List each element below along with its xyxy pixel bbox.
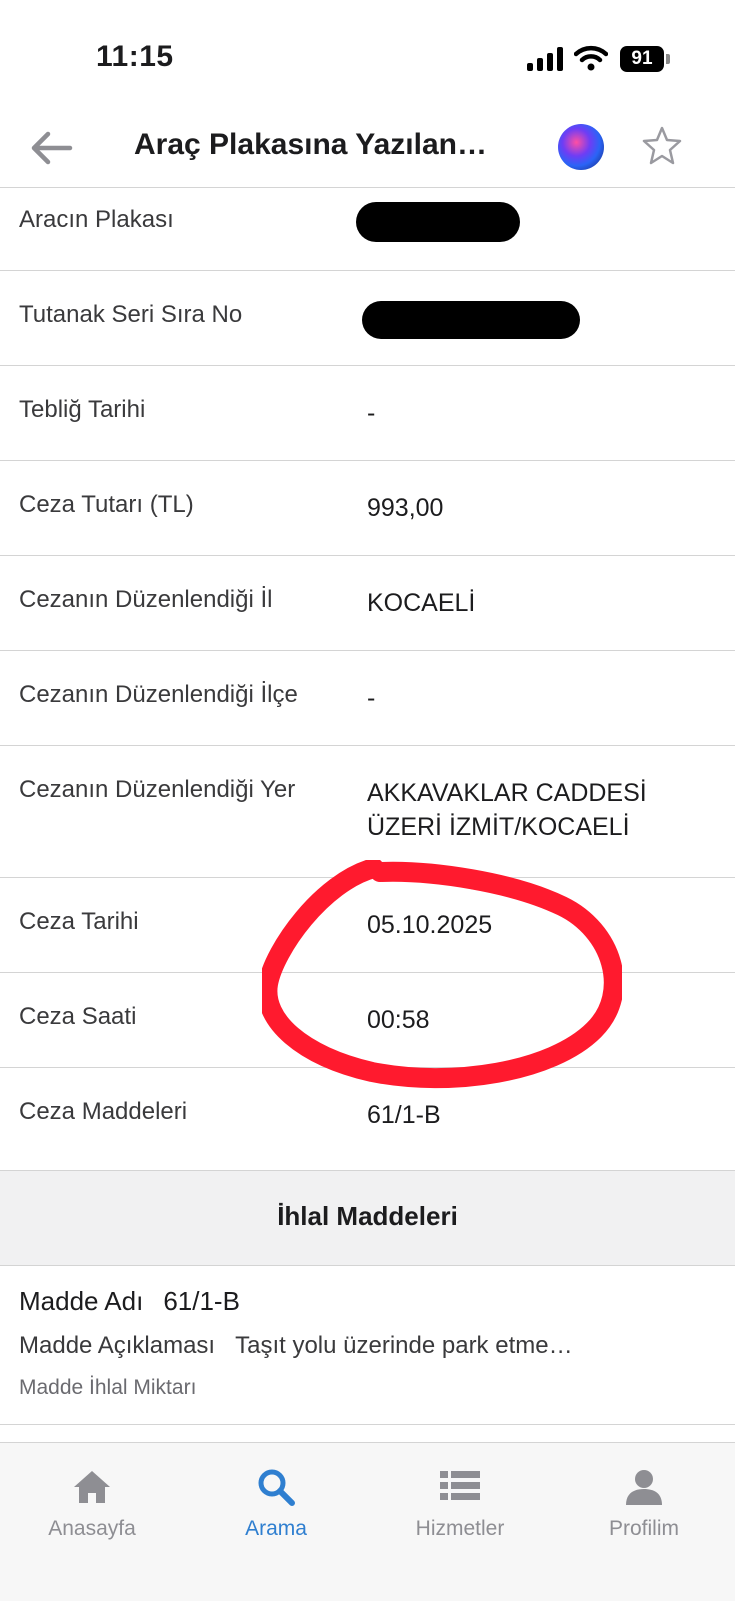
tab-label: Arama [245,1517,307,1540]
article-description: Madde Açıklaması Taşıt yolu üzerinde park… [19,1332,573,1360]
redaction-mark [356,202,520,242]
tab-search[interactable]: Arama [184,1443,368,1563]
article-amount-label: Madde İhlal Miktarı [19,1376,197,1399]
tab-label: Profilim [608,1517,679,1540]
tab-profile[interactable]: Profilim [552,1443,735,1563]
search-icon [258,1469,295,1506]
article-name-value: 61/1-B [163,1286,240,1316]
tab-bar: Anasayfa Arama Hizmetler Profilim [0,1442,735,1601]
violations-section-header: İhlal Maddeleri [0,1170,735,1266]
section-title: İhlal Maddeleri [277,1201,458,1231]
status-bar: 11:15 91 [0,0,735,110]
tab-label: Hizmetler [415,1517,505,1540]
detail-label: Aracın Plakası [19,206,174,233]
detail-row-district: Cezanın Düzenlendiği İlçe - [0,651,735,746]
back-arrow-icon[interactable] [26,128,76,168]
detail-row-fine-date: Ceza Tarihi 05.10.2025 [0,878,735,973]
detail-row-fine-time: Ceza Saati 00:58 [0,973,735,1068]
detail-label: Cezanın Düzenlendiği İlçe [19,681,298,708]
detail-row-notification-date: Tebliğ Tarihi - [0,366,735,461]
navigation-bar: Araç Plakasına Yazılan… [0,110,735,188]
detail-row-record-number: Tutanak Seri Sıra No [0,271,735,366]
detail-label: Ceza Tarihi [19,908,139,935]
detail-label: Tutanak Seri Sıra No [19,301,243,328]
detail-label: Cezanın Düzenlendiği Yer [19,776,296,803]
tab-services[interactable]: Hizmetler [368,1443,552,1563]
detail-value-line: AKKAVAKLAR CADDESİ [367,779,647,807]
home-icon [74,1471,110,1503]
person-icon [626,1470,662,1505]
detail-value: 61/1-B [367,1101,441,1129]
favorite-star-icon[interactable] [640,124,684,168]
detail-row-plate: Aracın Plakası [0,188,735,271]
violation-list-item[interactable]: Madde Adı 61/1-B Madde Açıklaması Taşıt yo… [0,1266,735,1425]
fine-details-list: Aracın Plakası Tutanak Seri Sıra No Tebl… [0,188,735,1162]
detail-value: - [367,399,376,427]
battery-icon: 91 [620,46,664,72]
article-description-value: Taşıt yolu üzerinde park etme… [235,1332,573,1359]
detail-value: 05.10.2025 [367,911,493,939]
detail-value-line: ÜZERİ İZMİT/KOCAELİ [367,813,630,841]
detail-row-fine-amount: Ceza Tutarı (TL) 993,00 [0,461,735,556]
tab-label: Anasayfa [48,1517,136,1540]
detail-row-fine-articles: Ceza Maddeleri 61/1-B [0,1068,735,1162]
page-title: Araç Plakasına Yazılan… [134,128,487,161]
detail-label: Tebliğ Tarihi [19,396,146,423]
redaction-mark [362,301,580,339]
detail-value: 00:58 [367,1006,430,1034]
article-name-label: Madde Adı [19,1286,144,1316]
detail-label: Ceza Saati [19,1003,137,1030]
detail-value: - [367,684,376,712]
detail-label: Ceza Maddeleri [19,1098,188,1125]
detail-label: Ceza Tutarı (TL) [19,491,194,518]
list-icon [440,1471,480,1500]
article-name: Madde Adı 61/1-B [19,1286,240,1317]
detail-row-location: Cezanın Düzenlendiği Yer AKKAVAKLAR CADD… [0,746,735,878]
detail-value: 993,00 [367,494,444,522]
detail-value: AKKAVAKLAR CADDESİ ÜZERİ İZMİT/KOCAELİ [367,776,717,844]
status-time: 11:15 [96,40,174,73]
tab-home[interactable]: Anasayfa [0,1443,184,1563]
battery-tip [666,54,670,64]
detail-row-province: Cezanın Düzenlendiği İl KOCAELİ [0,556,735,651]
siri-icon[interactable] [558,124,604,170]
article-description-label: Madde Açıklaması [19,1332,216,1359]
detail-value: KOCAELİ [367,589,476,617]
wifi-icon [574,45,608,71]
cellular-signal-icon [527,47,565,71]
detail-label: Cezanın Düzenlendiği İl [19,586,273,613]
